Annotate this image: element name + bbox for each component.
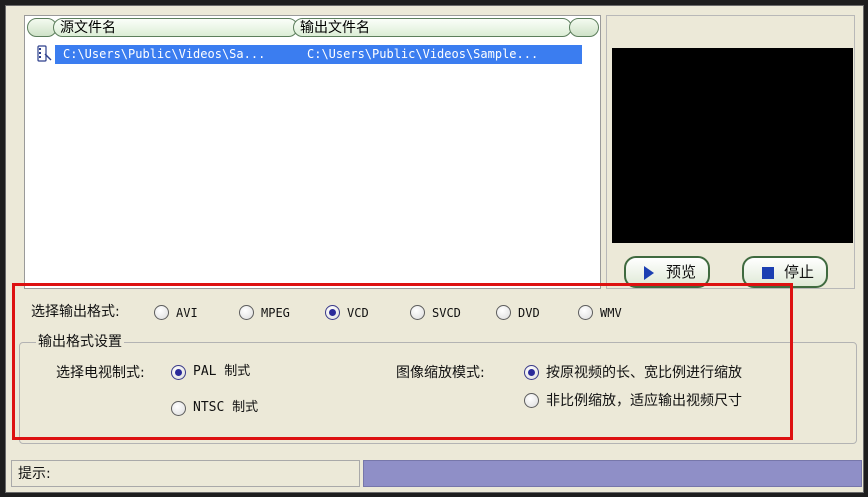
cell-source-file: C:\Users\Public\Videos\Sa... xyxy=(63,47,266,61)
column-header-source[interactable]: 源文件名 xyxy=(53,18,298,37)
stop-button-label: 停止 xyxy=(784,263,815,281)
highlight-box xyxy=(12,283,793,440)
main-window: 源文件名 输出文件名 C:\Users\Public\Videos\Sa... … xyxy=(5,5,864,493)
play-icon xyxy=(644,266,654,280)
preview-button-label: 预览 xyxy=(666,263,697,281)
film-clip-icon xyxy=(35,45,53,63)
stop-icon xyxy=(762,266,774,279)
status-bar: 提示: xyxy=(11,460,360,487)
list-header: 源文件名 输出文件名 xyxy=(25,16,600,39)
preview-panel: 预览 停止 xyxy=(606,15,855,289)
list-item[interactable]: C:\Users\Public\Videos\Sa... C:\Users\Pu… xyxy=(33,43,593,65)
header-right-cap xyxy=(569,18,599,37)
cell-output-file: C:\Users\Public\Videos\Sample... xyxy=(307,47,539,61)
file-list[interactable]: 源文件名 输出文件名 C:\Users\Public\Videos\Sa... … xyxy=(24,15,601,289)
column-header-output[interactable]: 输出文件名 xyxy=(293,18,572,37)
status-progress xyxy=(363,460,862,487)
video-preview-screen xyxy=(612,48,853,243)
status-label: 提示: xyxy=(18,466,51,482)
